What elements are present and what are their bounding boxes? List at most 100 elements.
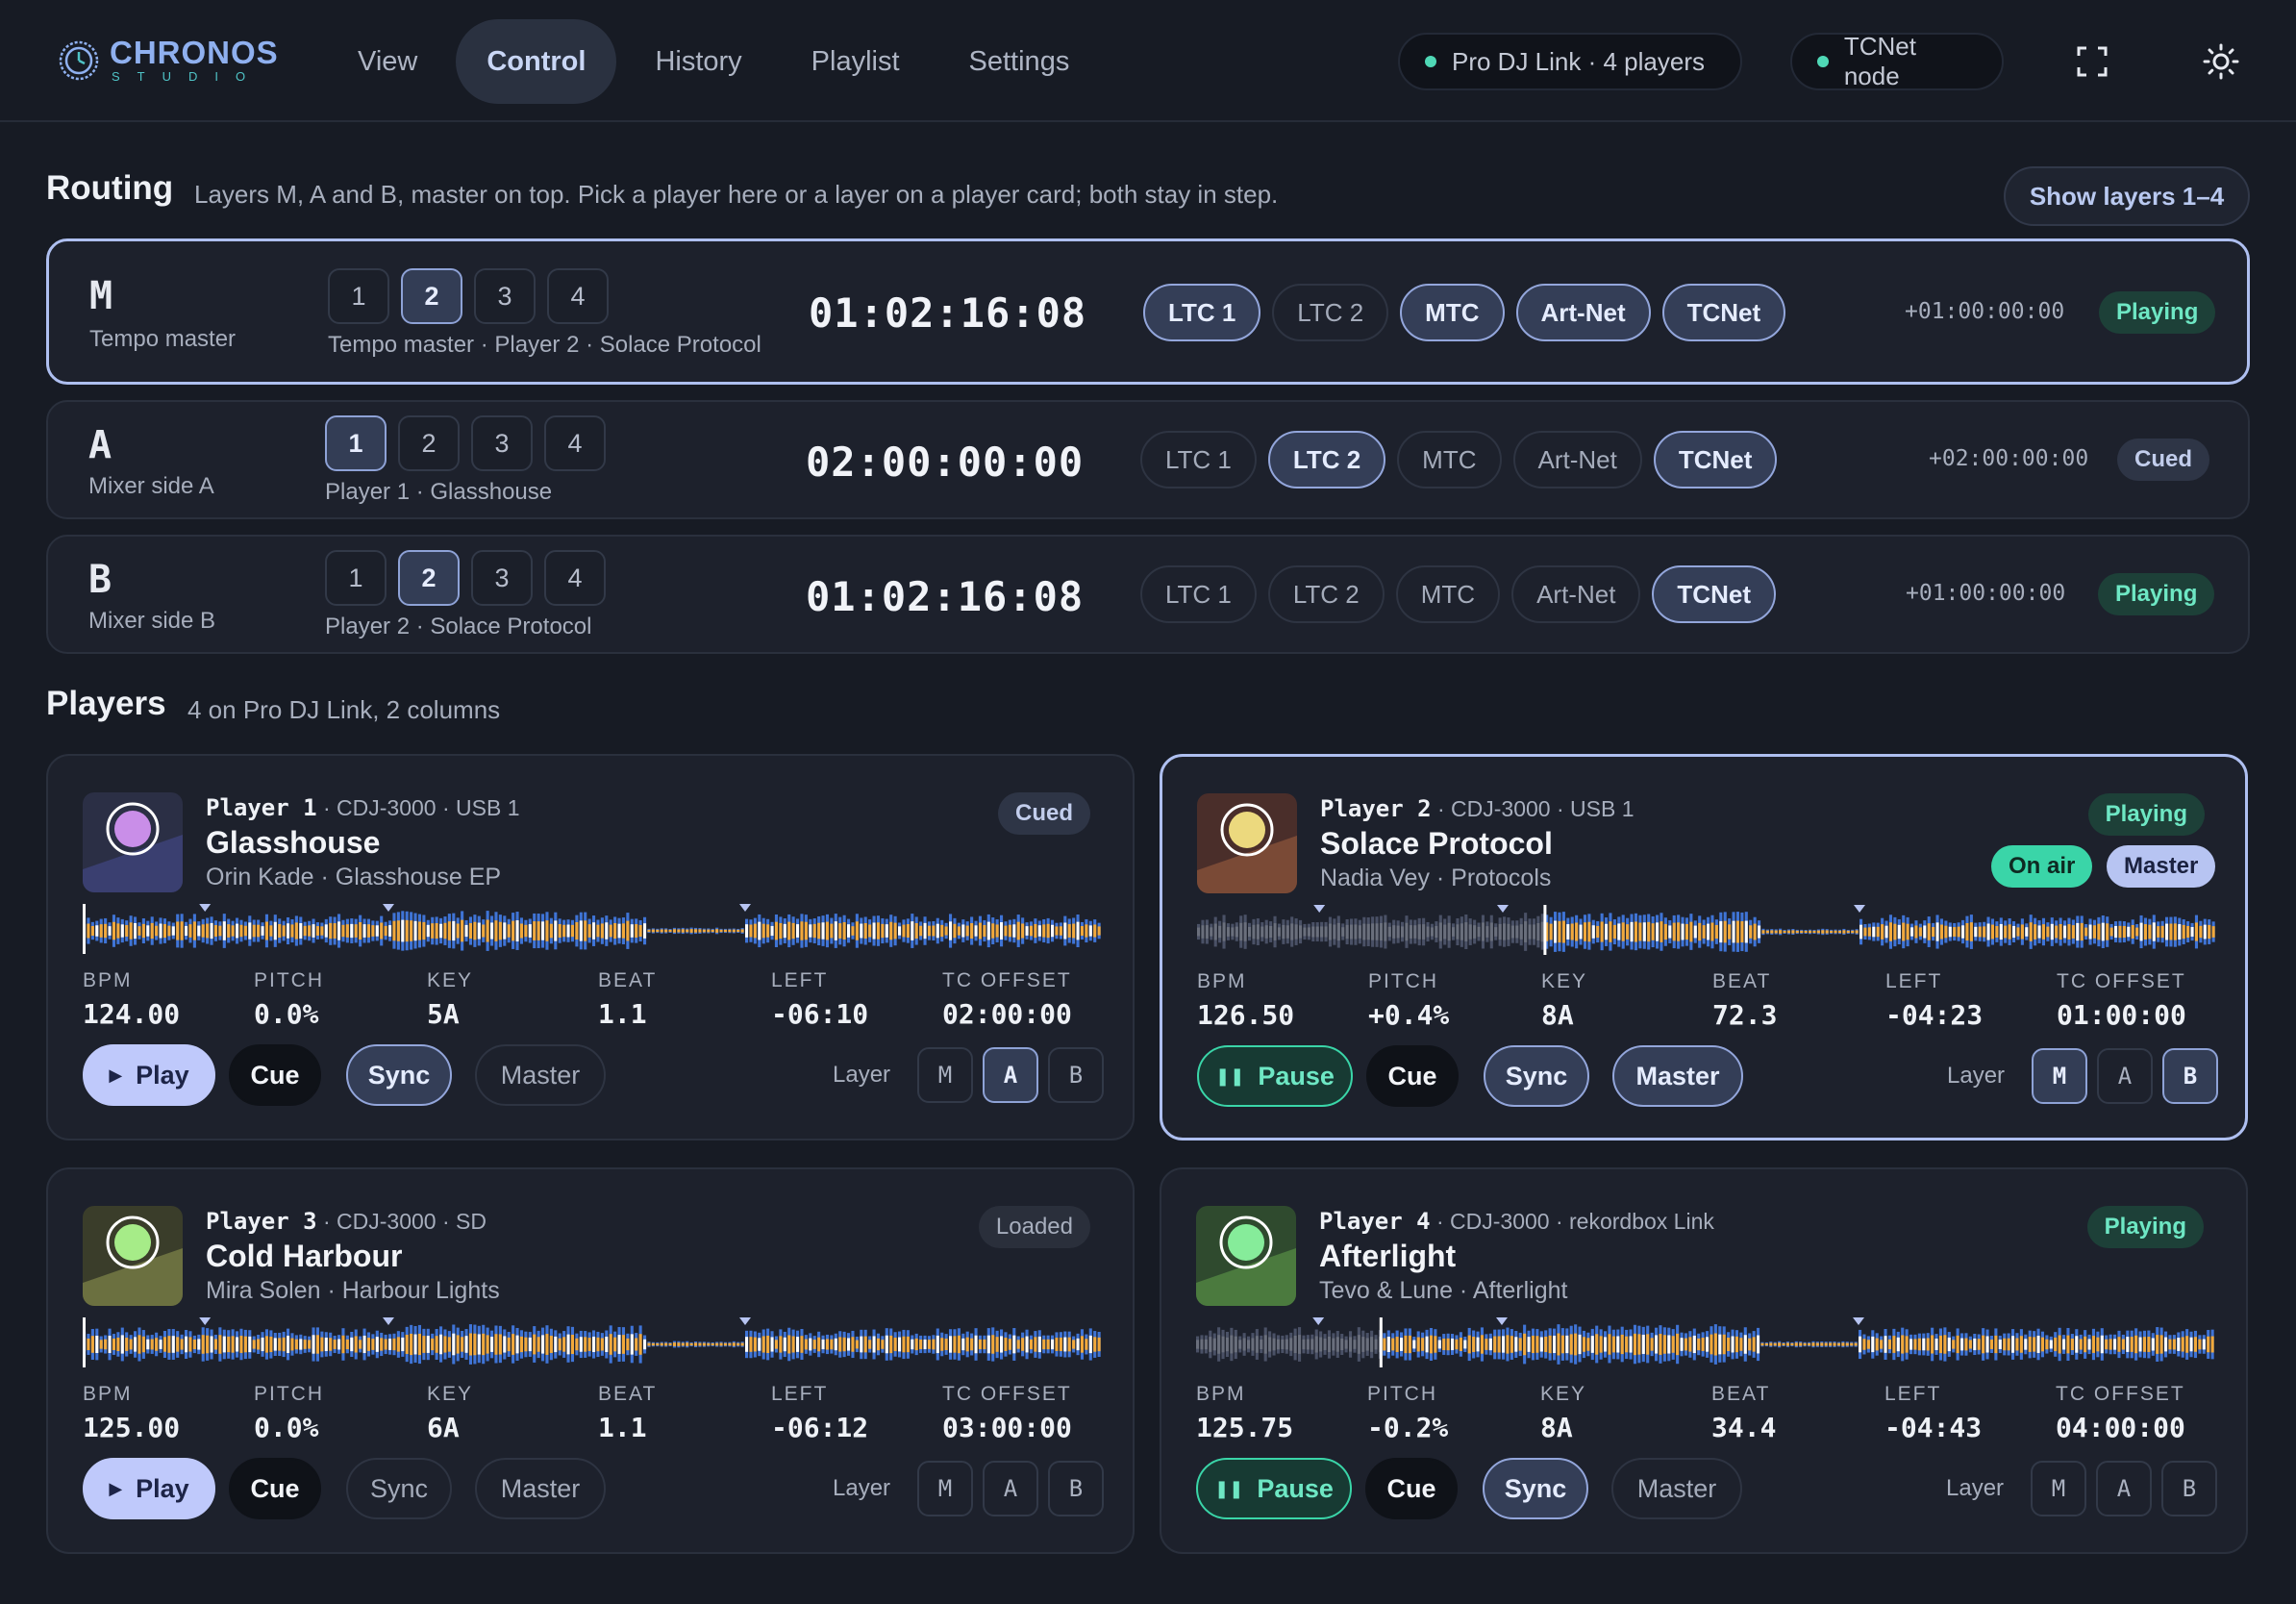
player-button-2[interactable]: 2 (398, 550, 460, 606)
stat-label: KEY (427, 969, 474, 991)
layer-button-b[interactable]: B (2162, 1048, 2218, 1104)
tcnet-status[interactable]: TCNet node (1790, 32, 2004, 90)
layer-button-m[interactable]: M (917, 1047, 973, 1103)
layer-label: Layer (1947, 1063, 2006, 1089)
output-artnet[interactable]: Art-Net (1511, 565, 1641, 623)
player-card[interactable]: Player 4 · CDJ-3000 · rekordbox Link Afte… (1160, 1167, 2248, 1554)
player-button-3[interactable]: 3 (471, 415, 533, 471)
layer-button-m[interactable]: M (2031, 1461, 2086, 1516)
play-button[interactable]: ▶ Play (83, 1458, 215, 1519)
layer-button-a[interactable]: A (2097, 1048, 2153, 1104)
master-button[interactable]: Master (1612, 1045, 1743, 1107)
layer-button-b[interactable]: B (1048, 1461, 1104, 1516)
player-button-3[interactable]: 3 (474, 268, 536, 324)
stat-value: 1.1 (598, 1412, 647, 1443)
pause-button[interactable]: ❚❚ Pause (1197, 1045, 1353, 1107)
layer-button-m[interactable]: M (2032, 1048, 2087, 1104)
output-tcnet[interactable]: TCNet (1652, 565, 1776, 623)
player-button-1[interactable]: 1 (325, 550, 387, 606)
player-button-3[interactable]: 3 (471, 550, 533, 606)
routing-title: Routing (46, 169, 174, 207)
output-ltc2[interactable]: LTC 2 (1267, 565, 1385, 623)
player-meta: · CDJ-3000 · SD (316, 1209, 487, 1234)
pause-button[interactable]: ❚❚ Pause (1196, 1458, 1352, 1519)
output-tcnet[interactable]: TCNet (1661, 284, 1786, 341)
cue-button[interactable]: Cue (229, 1044, 321, 1106)
waveform[interactable] (1196, 1316, 2215, 1369)
player-button-4[interactable]: 4 (544, 415, 606, 471)
logo-title: CHRONOS (110, 35, 279, 70)
waveform[interactable] (1197, 903, 2216, 957)
layer-button-a[interactable]: A (2096, 1461, 2152, 1516)
output-ltc1[interactable]: LTC 1 (1140, 565, 1257, 623)
play-button[interactable]: ▶ Play (83, 1044, 215, 1106)
waveform[interactable] (83, 902, 1102, 956)
player-button-4[interactable]: 4 (547, 268, 609, 324)
cue-button[interactable]: Cue (1365, 1458, 1458, 1519)
player-button-2[interactable]: 2 (398, 415, 460, 471)
stat-label: BPM (83, 969, 133, 991)
layer-button-a[interactable]: A (983, 1461, 1038, 1516)
player-card[interactable]: Player 3 · CDJ-3000 · SD Cold Harbour Mira… (46, 1167, 1135, 1554)
nav-settings[interactable]: Settings (938, 19, 1101, 104)
output-artnet[interactable]: Art-Net (1515, 284, 1651, 341)
sun-icon[interactable] (2202, 42, 2240, 81)
nav-playlist[interactable]: Playlist (781, 19, 931, 104)
output-tcnet[interactable]: TCNet (1653, 431, 1778, 489)
track-title: Glasshouse (206, 825, 381, 860)
stat-label: BEAT (598, 1383, 658, 1405)
album-art (1196, 1206, 1296, 1306)
player-card[interactable]: Player 2 · CDJ-3000 · USB 1 Solace Protoc… (1160, 754, 2248, 1140)
route-row-b[interactable]: B Mixer side B 1 2 3 4 Player 2 · Solace… (46, 535, 2250, 654)
route-letter: A (88, 423, 112, 467)
layer-button-b[interactable]: B (2161, 1461, 2217, 1516)
fullscreen-icon[interactable] (2073, 42, 2111, 81)
output-ltc2[interactable]: LTC 2 (1267, 431, 1386, 489)
nav-control[interactable]: Control (456, 19, 617, 104)
status-badge: Cued (2117, 439, 2209, 481)
player-button-1[interactable]: 1 (325, 415, 387, 471)
master-button[interactable]: Master (1611, 1458, 1742, 1519)
status-badge: Cued (998, 792, 1090, 835)
nav-view[interactable]: View (327, 19, 448, 104)
player-button-1[interactable]: 1 (328, 268, 389, 324)
layer-button-a[interactable]: A (983, 1047, 1038, 1103)
app-logo[interactable]: CHRONOS STUDIO (58, 37, 279, 84)
cue-button[interactable]: Cue (1366, 1045, 1459, 1107)
sync-button[interactable]: Sync (1483, 1458, 1588, 1519)
master-badge: Master (2107, 845, 2216, 888)
player-card[interactable]: Player 1 · CDJ-3000 · USB 1 Glasshouse Ori… (46, 754, 1135, 1140)
stat-value: 8A (1540, 1412, 1573, 1443)
play-icon: ▶ (109, 1478, 123, 1498)
layer-button-m[interactable]: M (917, 1461, 973, 1516)
player-meta: · CDJ-3000 · USB 1 (1431, 796, 1635, 821)
route-row-m[interactable]: M Tempo master 1 2 3 4 Tempo master · Pl… (46, 238, 2250, 385)
output-mtc[interactable]: MTC (1395, 565, 1501, 623)
sync-button[interactable]: Sync (1484, 1045, 1589, 1107)
cue-button[interactable]: Cue (229, 1458, 321, 1519)
output-ltc1[interactable]: LTC 1 (1140, 431, 1257, 489)
stat-value: 04:00:00 (2056, 1412, 2185, 1443)
output-artnet[interactable]: Art-Net (1512, 431, 1642, 489)
output-ltc1[interactable]: LTC 1 (1143, 284, 1261, 341)
output-ltc2[interactable]: LTC 2 (1272, 284, 1389, 341)
output-mtc[interactable]: MTC (1400, 284, 1505, 341)
layer-button-b[interactable]: B (1048, 1047, 1104, 1103)
waveform[interactable] (83, 1316, 1102, 1369)
route-row-a[interactable]: A Mixer side A 1 2 3 4 Player 1 · Glassh… (46, 400, 2250, 519)
show-layers-button[interactable]: Show layers 1–4 (2004, 166, 2250, 226)
player-header: Player 1 · CDJ-3000 · USB 1 (206, 794, 520, 821)
output-mtc[interactable]: MTC (1397, 431, 1502, 489)
stat-value: 6A (427, 1412, 460, 1443)
sync-button[interactable]: Sync (346, 1044, 452, 1106)
nav-history[interactable]: History (624, 19, 772, 104)
sync-button[interactable]: Sync (346, 1458, 452, 1519)
master-button[interactable]: Master (475, 1458, 606, 1519)
master-button[interactable]: Master (475, 1044, 606, 1106)
player-button-2[interactable]: 2 (401, 268, 462, 324)
player-button-4[interactable]: 4 (544, 550, 606, 606)
pro-dj-link-status[interactable]: Pro DJ Link · 4 players (1398, 33, 1742, 90)
output-selector: LTC 1 LTC 2 MTC Art-Net TCNet (1140, 431, 1788, 489)
status-dot-icon (1817, 56, 1829, 67)
output-selector: LTC 1 LTC 2 MTC Art-Net TCNet (1143, 284, 1797, 341)
